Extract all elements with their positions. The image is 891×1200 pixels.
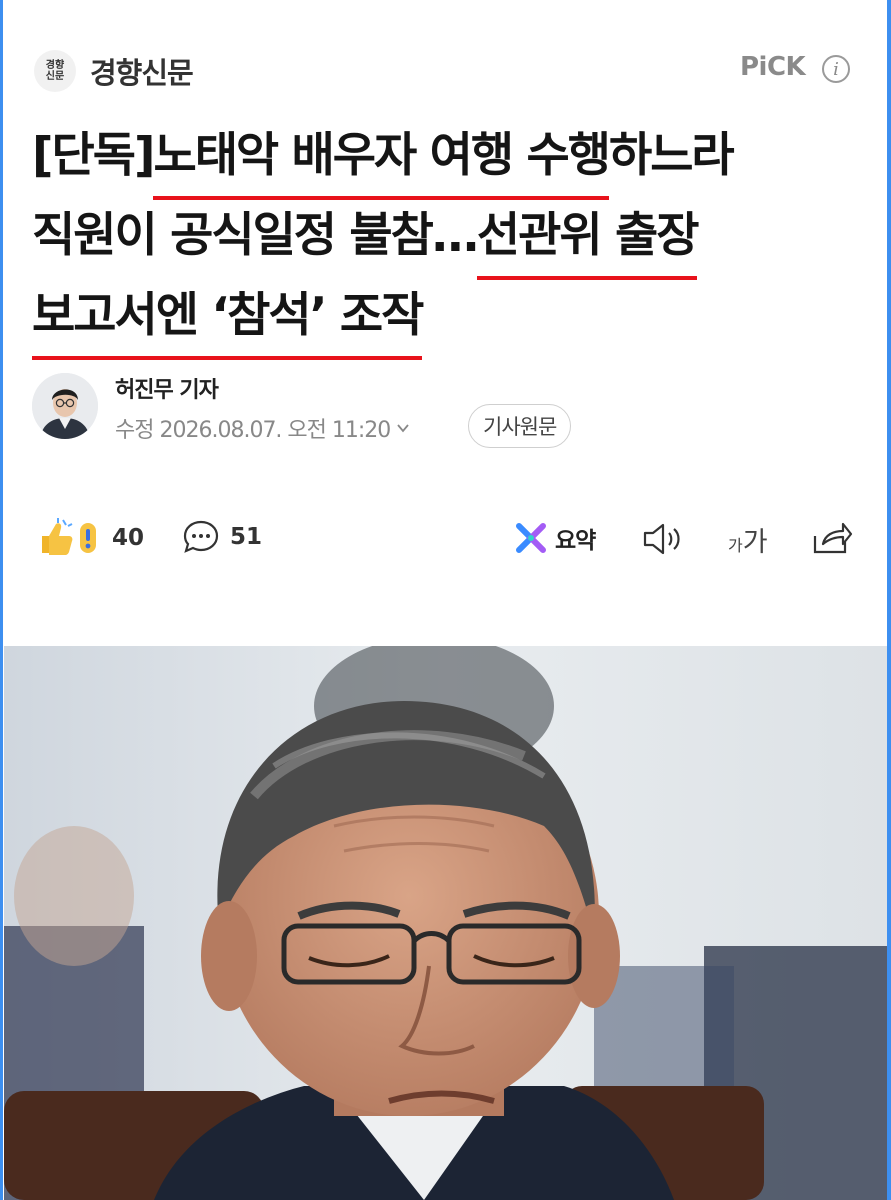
headline-line-3: 보고서엔 ‘참석’ 조작	[32, 276, 862, 360]
comment-bubble-icon	[183, 520, 219, 553]
headline-text: 직원이 공식일정 불참…	[32, 208, 479, 263]
speaker-icon	[643, 523, 680, 555]
info-icon[interactable]: i	[822, 55, 850, 83]
headline-text: 하느라	[608, 128, 735, 183]
font-size-small-label: 가	[728, 536, 743, 555]
author-portrait-icon	[32, 373, 98, 439]
reaction-count: 40	[112, 525, 145, 551]
share-icon	[813, 522, 853, 554]
press-logo: 경향 신문	[34, 50, 76, 92]
reaction-button[interactable]: 40	[36, 518, 144, 558]
ai-summary-icon	[516, 523, 546, 553]
summary-button[interactable]: 요약	[515, 521, 596, 555]
original-article-button[interactable]: 기사원문	[468, 404, 572, 448]
edit-timestamp[interactable]: 수정 2026.08.07. 오전 11:20	[115, 412, 410, 444]
press-name[interactable]: 경향신문	[90, 50, 194, 92]
edit-timestamp-text: 수정 2026.08.07. 오전 11:20	[115, 418, 391, 443]
headline-text: [단독]	[32, 128, 155, 183]
press-logo-text-2: 신문	[45, 71, 65, 82]
press-logo-text-1: 경향	[45, 60, 65, 71]
article-photo[interactable]	[4, 646, 887, 1200]
press-header[interactable]: 경향 신문 경향신문	[34, 48, 194, 94]
article-headline: [단독]노태악 배우자 여행 수행하느라 직원이 공식일정 불참…선관위 출장 …	[32, 116, 862, 360]
author-avatar[interactable]	[32, 373, 98, 439]
window-frame-right	[887, 0, 891, 1200]
headline-line-1: [단독]노태악 배우자 여행 수행하느라	[32, 116, 862, 200]
headline-line-2: 직원이 공식일정 불참…선관위 출장	[32, 196, 862, 280]
headline-underlined-text: 노태악 배우자 여행 수행	[153, 116, 611, 200]
window-frame-left	[0, 0, 3, 1200]
font-size-button[interactable]: 가가	[728, 520, 768, 559]
thumbs-up-reaction-icon	[42, 518, 96, 555]
author-name[interactable]: 허진무 기자	[115, 372, 219, 404]
font-size-big-label: 가	[742, 527, 768, 558]
comment-button[interactable]: 51	[182, 518, 262, 556]
summary-label: 요약	[555, 528, 596, 554]
pick-label: PiCK	[740, 52, 806, 82]
comment-count: 51	[230, 524, 263, 550]
headline-underlined-text: 선관위 출장	[476, 196, 699, 280]
text-to-speech-button[interactable]	[641, 521, 685, 561]
share-button[interactable]	[811, 520, 853, 560]
headline-underlined-text: 보고서엔 ‘참석’ 조작	[32, 276, 424, 360]
chevron-down-icon	[397, 424, 409, 433]
article-photo-image	[4, 646, 887, 1200]
